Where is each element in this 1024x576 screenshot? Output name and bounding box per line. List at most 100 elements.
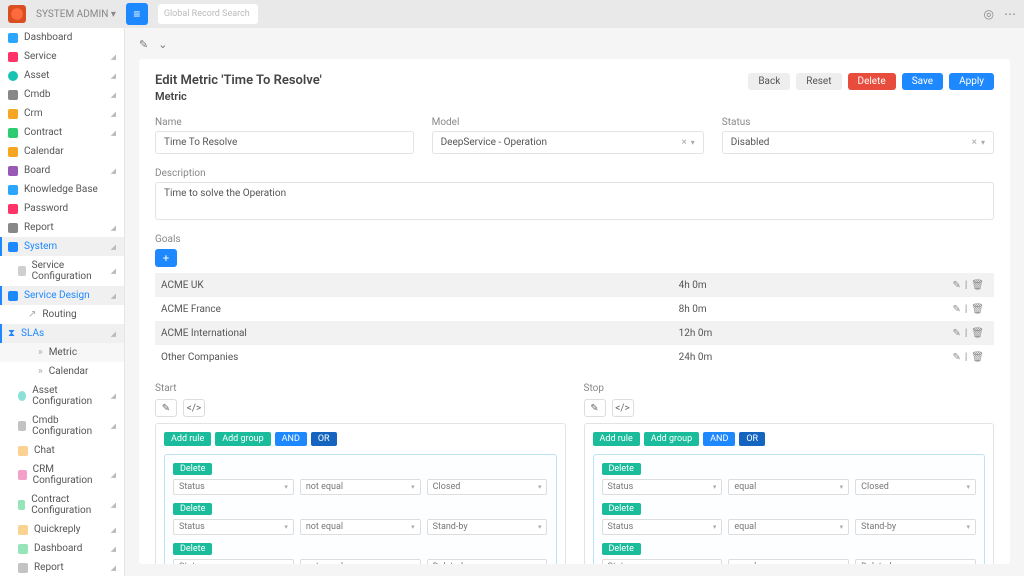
condition-rule: Delete Status▾ equal▾ Deleted▾ — [602, 543, 977, 564]
add-group-chip[interactable]: Add group — [644, 432, 699, 446]
sidebar-item-service[interactable]: Service◢ — [0, 47, 124, 66]
value-select[interactable]: Closed▾ — [427, 479, 548, 495]
sidebar-item-service-design[interactable]: Service Design◢ — [0, 286, 124, 305]
operator-select[interactable]: not equal▾ — [300, 559, 421, 564]
start-conditions: Start ✎ </> Add rule Add group AND OR Del… — [155, 383, 566, 564]
model-select[interactable]: DeepService - Operation×▾ — [432, 131, 704, 154]
value-select[interactable]: Stand-by▾ — [855, 519, 976, 535]
sidebar-item-system[interactable]: System◢ — [0, 237, 124, 256]
code-icon[interactable]: </> — [612, 399, 634, 417]
code-icon[interactable]: </> — [183, 399, 205, 417]
edit-icon[interactable]: ✎ — [139, 38, 148, 51]
delete-goal-icon[interactable]: 🗑 — [971, 280, 984, 291]
sidebar-item-cmdb[interactable]: Cmdb◢ — [0, 85, 124, 104]
sidebar-item-chat[interactable]: Chat — [0, 441, 124, 460]
sidebar-item-calendar[interactable]: Calendar — [0, 142, 124, 161]
sidebar-item-calendar2[interactable]: »Calendar — [0, 362, 124, 381]
sidebar-item-kb[interactable]: Knowledge Base — [0, 180, 124, 199]
reset-button[interactable]: Reset — [796, 73, 841, 90]
sidebar-item-contract[interactable]: Contract◢ — [0, 123, 124, 142]
sidebar-item-asset-config[interactable]: Asset Configuration◢ — [0, 381, 124, 411]
value-select[interactable]: Deleted▾ — [855, 559, 976, 564]
start-label: Start — [155, 383, 566, 394]
stop-label: Stop — [584, 383, 995, 394]
field-select[interactable]: Status▾ — [602, 559, 723, 564]
delete-button[interactable]: Delete — [848, 73, 896, 90]
sidebar-item-routing[interactable]: ↗Routing — [0, 305, 124, 324]
operator-select[interactable]: not equal▾ — [300, 479, 421, 495]
page-subtitle: Metric — [155, 90, 322, 103]
user-menu[interactable]: SYSTEM ADMIN ▾ — [36, 9, 116, 20]
add-rule-chip[interactable]: Add rule — [593, 432, 640, 446]
table-row: Other Companies24h 0m✎|🗑 — [155, 345, 994, 369]
and-chip[interactable]: AND — [703, 432, 735, 446]
edit-goal-icon[interactable]: ✎ — [952, 328, 960, 339]
sidebar-item-slas[interactable]: ⧗SLAs◢ — [0, 324, 124, 343]
or-chip[interactable]: OR — [311, 432, 337, 446]
add-goal-button[interactable]: + — [155, 249, 177, 267]
sidebar-item-asset[interactable]: Asset◢ — [0, 66, 124, 85]
delete-rule-chip[interactable]: Delete — [173, 503, 212, 515]
eraser-icon[interactable]: ✎ — [155, 399, 177, 417]
condition-rule: Delete Status▾ not equal▾ Closed▾ — [173, 463, 548, 495]
save-button[interactable]: Save — [902, 73, 943, 90]
operator-select[interactable]: not equal▾ — [300, 519, 421, 535]
desc-label: Description — [155, 168, 994, 179]
add-group-chip[interactable]: Add group — [215, 432, 270, 446]
chevron-down-icon[interactable]: ⌄ — [158, 38, 167, 51]
field-select[interactable]: Status▾ — [173, 519, 294, 535]
operator-select[interactable]: equal▾ — [728, 559, 849, 564]
edit-goal-icon[interactable]: ✎ — [952, 304, 960, 315]
status-label: Status — [722, 117, 994, 128]
delete-goal-icon[interactable]: 🗑 — [971, 352, 984, 363]
delete-rule-chip[interactable]: Delete — [602, 463, 641, 475]
sidebar-item-crm-config[interactable]: CRM Configuration◢ — [0, 460, 124, 490]
hamburger-button[interactable]: ≡ — [126, 3, 148, 25]
name-input[interactable]: Time To Resolve — [155, 131, 414, 154]
and-chip[interactable]: AND — [275, 432, 307, 446]
field-select[interactable]: Status▾ — [173, 479, 294, 495]
delete-goal-icon[interactable]: 🗑 — [971, 304, 984, 315]
sidebar-item-report[interactable]: Report◢ — [0, 218, 124, 237]
sidebar-item-board[interactable]: Board◢ — [0, 161, 124, 180]
sidebar-item-metric[interactable]: »Metric — [0, 343, 124, 362]
desc-textarea[interactable]: Time to solve the Operation — [155, 182, 994, 220]
delete-rule-chip[interactable]: Delete — [173, 463, 212, 475]
delete-rule-chip[interactable]: Delete — [602, 543, 641, 555]
field-select[interactable]: Status▾ — [173, 559, 294, 564]
sidebar-item-service-config[interactable]: Service Configuration◢ — [0, 256, 124, 286]
status-select[interactable]: Disabled×▾ — [722, 131, 994, 154]
sidebar-item-dashboard[interactable]: Dashboard — [0, 28, 124, 47]
sidebar-item-contract-config[interactable]: Contract Configuration◢ — [0, 490, 124, 520]
help-icon[interactable]: ◎ — [984, 7, 994, 21]
sidebar-item-cmdb-config[interactable]: Cmdb Configuration◢ — [0, 411, 124, 441]
delete-goal-icon[interactable]: 🗑 — [971, 328, 984, 339]
or-chip[interactable]: OR — [739, 432, 765, 446]
edit-goal-icon[interactable]: ✎ — [952, 280, 960, 291]
goals-table: ACME UK4h 0m✎|🗑 ACME France8h 0m✎|🗑 ACME… — [155, 273, 994, 369]
sidebar-item-crm[interactable]: Crm◢ — [0, 104, 124, 123]
back-button[interactable]: Back — [748, 73, 790, 90]
condition-rule: Delete Status▾ not equal▾ Deleted▾ — [173, 543, 548, 564]
condition-rule: Delete Status▾ equal▾ Stand-by▾ — [602, 503, 977, 535]
operator-select[interactable]: equal▾ — [728, 519, 849, 535]
sidebar-item-quickreply[interactable]: Quickreply◢ — [0, 520, 124, 539]
edit-goal-icon[interactable]: ✎ — [952, 352, 960, 363]
sidebar-item-password[interactable]: Password — [0, 199, 124, 218]
sidebar-item-dashboard2[interactable]: Dashboard◢ — [0, 539, 124, 558]
operator-select[interactable]: equal▾ — [728, 479, 849, 495]
eraser-icon[interactable]: ✎ — [584, 399, 606, 417]
value-select[interactable]: Closed▾ — [855, 479, 976, 495]
delete-rule-chip[interactable]: Delete — [602, 503, 641, 515]
value-select[interactable]: Stand-by▾ — [427, 519, 548, 535]
value-select[interactable]: Deleted▾ — [427, 559, 548, 564]
field-select[interactable]: Status▾ — [602, 519, 723, 535]
sidebar-item-report2[interactable]: Report◢ — [0, 558, 124, 576]
apply-button[interactable]: Apply — [949, 73, 994, 90]
delete-rule-chip[interactable]: Delete — [173, 543, 212, 555]
field-select[interactable]: Status▾ — [602, 479, 723, 495]
add-rule-chip[interactable]: Add rule — [164, 432, 211, 446]
main-panel: ✎ ⌄ Edit Metric 'Time To Resolve' Metric… — [125, 28, 1024, 576]
kebab-icon[interactable]: ⋯ — [1004, 7, 1016, 21]
global-search-input[interactable]: Global Record Search — [158, 4, 258, 24]
